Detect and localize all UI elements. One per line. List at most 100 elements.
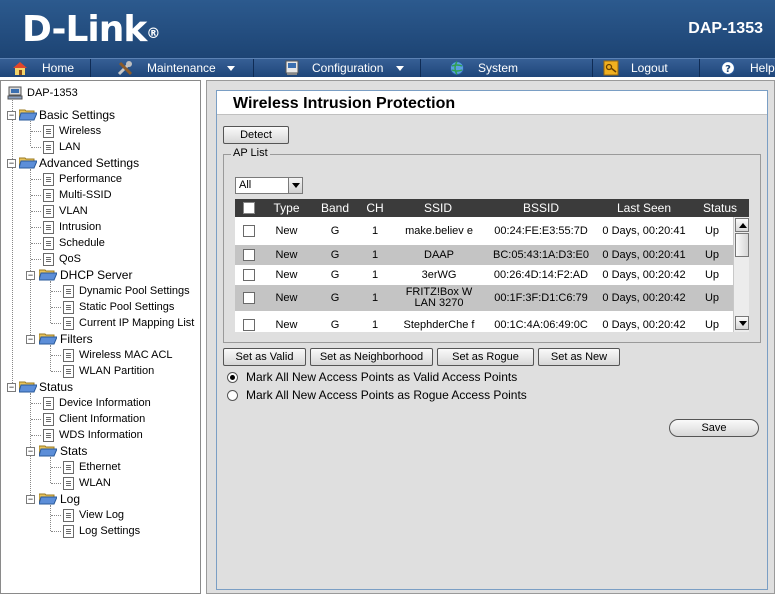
detect-button[interactable]: Detect <box>223 126 289 144</box>
page-icon <box>43 205 54 218</box>
col-bssid: BSSID <box>522 201 559 215</box>
tree-stats[interactable]: − Stats <box>1 443 200 459</box>
chevron-down-icon[interactable] <box>288 178 302 193</box>
radio-button-selected[interactable] <box>227 372 238 383</box>
set-as-rogue-button[interactable]: Set as Rogue <box>437 348 534 366</box>
scroll-down-icon[interactable] <box>735 316 749 330</box>
model-name: DAP-1353 <box>688 20 763 37</box>
table-row[interactable]: New G 1 DAAP BC:05:43:1A:D3:E0 0 Days, 0… <box>235 245 733 265</box>
tree-item-qos[interactable]: QoS <box>1 251 200 267</box>
ap-table-body: New G 1 make.believ e 00:24:FE:E3:55:7D … <box>235 217 733 332</box>
tree-advanced-settings[interactable]: − Advanced Settings <box>1 155 200 171</box>
ap-filter-select[interactable]: All <box>235 177 303 194</box>
set-as-new-button[interactable]: Set as New <box>538 348 620 366</box>
tree-item-performance[interactable]: Performance <box>1 171 200 187</box>
computer-icon <box>285 60 299 75</box>
page-icon <box>63 285 74 298</box>
tree-item-multi-ssid[interactable]: Multi-SSID <box>1 187 200 203</box>
row-checkbox[interactable] <box>243 319 255 331</box>
table-row[interactable]: New G 1 FRITZ!Box W LAN 3270 00:1F:3F:D1… <box>235 285 733 311</box>
collapse-icon[interactable]: − <box>26 271 35 280</box>
menu-system[interactable]: System <box>421 59 593 77</box>
tree-item-ip-mapping[interactable]: Current IP Mapping List <box>1 315 200 331</box>
page-icon <box>63 317 74 330</box>
tree-basic-settings[interactable]: − Basic Settings <box>1 107 200 123</box>
dlink-logo: D-Link® <box>22 9 160 50</box>
folder-open-icon <box>39 269 57 281</box>
table-row[interactable]: New G 1 make.believ e 00:24:FE:E3:55:7D … <box>235 217 733 245</box>
tree-item-log-settings[interactable]: Log Settings <box>1 523 200 539</box>
tree-item-wds-info[interactable]: WDS Information <box>1 427 200 443</box>
collapse-icon[interactable]: − <box>7 159 16 168</box>
set-as-valid-button[interactable]: Set as Valid <box>223 348 306 366</box>
table-row[interactable]: New G 1 StephderChe f 00:1C:4A:06:49:0C … <box>235 311 733 332</box>
collapse-icon[interactable]: − <box>26 447 35 456</box>
tree-item-wlan-partition[interactable]: WLAN Partition <box>1 363 200 379</box>
tree-item-schedule[interactable]: Schedule <box>1 235 200 251</box>
save-button[interactable]: Save <box>669 419 759 437</box>
page-icon <box>43 413 54 426</box>
tree-status[interactable]: − Status <box>1 379 200 395</box>
page-icon <box>63 365 74 378</box>
row-checkbox[interactable] <box>243 269 255 281</box>
page-icon <box>43 221 54 234</box>
row-checkbox[interactable] <box>243 225 255 237</box>
scroll-up-icon[interactable] <box>735 218 749 232</box>
menu-home[interactable]: Home <box>0 59 91 77</box>
scroll-thumb[interactable] <box>735 233 749 257</box>
tree-dhcp-server[interactable]: − DHCP Server <box>1 267 200 283</box>
page-icon <box>43 397 54 410</box>
tree-log[interactable]: − Log <box>1 491 200 507</box>
collapse-icon[interactable]: − <box>7 383 16 392</box>
menu-logout[interactable]: Logout <box>593 59 700 77</box>
tree-item-client-info[interactable]: Client Information <box>1 411 200 427</box>
tree-filters[interactable]: − Filters <box>1 331 200 347</box>
tree-item-intrusion[interactable]: Intrusion <box>1 219 200 235</box>
set-as-neighborhood-button[interactable]: Set as Neighborhood <box>310 348 433 366</box>
header-banner: D-Link® DAP-1353 <box>0 0 775 58</box>
collapse-icon[interactable]: − <box>26 495 35 504</box>
tree-item-dynamic-pool[interactable]: Dynamic Pool Settings <box>1 283 200 299</box>
tree-item-view-log[interactable]: View Log <box>1 507 200 523</box>
tree-item-lan[interactable]: LAN <box>1 139 200 155</box>
page-icon <box>43 253 54 266</box>
tree-item-static-pool[interactable]: Static Pool Settings <box>1 299 200 315</box>
ap-list-legend: AP List <box>231 147 270 159</box>
tree-item-wireless[interactable]: Wireless <box>1 123 200 139</box>
page-icon <box>43 141 54 154</box>
ap-table: Type Band CH SSID BSSID Last Seen Status… <box>235 199 749 332</box>
chevron-down-icon <box>227 66 235 71</box>
tree-item-vlan[interactable]: VLAN <box>1 203 200 219</box>
ap-table-header: Type Band CH SSID BSSID Last Seen Status <box>235 199 749 217</box>
folder-open-icon <box>39 333 57 345</box>
tree-item-device-info[interactable]: Device Information <box>1 395 200 411</box>
page-icon <box>43 237 54 250</box>
menu-maintenance[interactable]: Maintenance <box>91 59 254 77</box>
table-row[interactable]: New G 1 3erWG 00:26:4D:14:F2:AD 0 Days, … <box>235 265 733 285</box>
help-icon: ? <box>720 60 736 76</box>
select-all-checkbox[interactable] <box>243 202 255 214</box>
menu-configuration[interactable]: Configuration <box>254 59 421 77</box>
row-checkbox[interactable] <box>243 292 255 304</box>
tree-item-mac-acl[interactable]: Wireless MAC ACL <box>1 347 200 363</box>
page-icon <box>63 349 74 362</box>
collapse-icon[interactable]: − <box>26 335 35 344</box>
content-panel: Wireless Intrusion Protection Detect AP … <box>206 80 775 594</box>
tree-item-wlan[interactable]: WLAN <box>1 475 200 491</box>
menu-help[interactable]: ? Help <box>700 59 775 77</box>
row-checkbox[interactable] <box>243 249 255 261</box>
menu-bar: Home Maintenance Configuration System Lo… <box>0 58 775 77</box>
table-scrollbar[interactable] <box>733 217 749 332</box>
radio-button[interactable] <box>227 390 238 401</box>
tree-item-ethernet[interactable]: Ethernet <box>1 459 200 475</box>
chevron-down-icon <box>396 66 404 71</box>
page-icon <box>43 429 54 442</box>
folder-open-icon <box>39 445 57 457</box>
collapse-icon[interactable]: − <box>7 111 16 120</box>
settings-panel: Wireless Intrusion Protection Detect AP … <box>216 90 768 590</box>
col-ch: CH <box>366 201 384 215</box>
key-icon <box>603 60 619 76</box>
globe-icon <box>450 61 464 75</box>
ap-filter-value: All <box>239 179 252 191</box>
page-icon <box>43 189 54 202</box>
